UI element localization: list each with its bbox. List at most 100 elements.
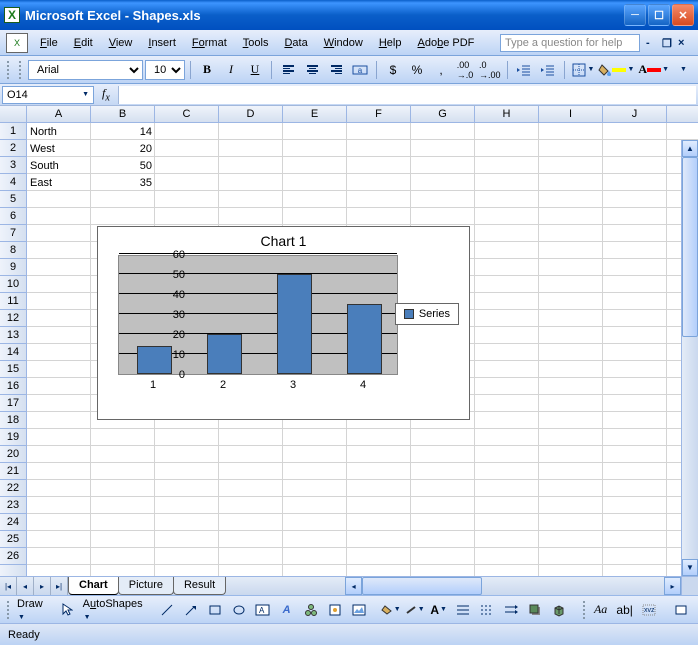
row-header[interactable]: 14: [0, 344, 26, 361]
toolbar-grip[interactable]: [7, 61, 11, 79]
fx-icon[interactable]: fx: [102, 86, 110, 103]
font-color-button[interactable]: A▼: [638, 60, 669, 80]
fill-color-button[interactable]: ▼: [598, 60, 634, 80]
row-header[interactable]: 7: [0, 225, 26, 242]
row-header[interactable]: 18: [0, 412, 26, 429]
cell[interactable]: 14: [91, 123, 155, 140]
horizontal-scroll-thumb[interactable]: [362, 577, 482, 595]
diagram-button[interactable]: [301, 600, 321, 620]
doc-close-button[interactable]: ×: [678, 37, 690, 49]
menu-insert[interactable]: Insert: [140, 33, 184, 53]
menu-adobe-pdf[interactable]: Adobe PDF: [409, 33, 482, 53]
doc-restore-button[interactable]: ❐: [662, 37, 674, 49]
horizontal-scrollbar[interactable]: ◂ ▸: [345, 577, 681, 595]
row-header[interactable]: 11: [0, 293, 26, 310]
textbox-button[interactable]: A: [253, 600, 273, 620]
row-header[interactable]: 23: [0, 497, 26, 514]
column-header[interactable]: C: [155, 106, 219, 122]
column-header[interactable]: A: [27, 106, 91, 122]
select-objects-button[interactable]: [57, 600, 77, 620]
toolbar-grip[interactable]: [7, 601, 9, 619]
row-header[interactable]: 4: [0, 174, 26, 191]
line-button[interactable]: [157, 600, 177, 620]
sheet-tab[interactable]: Result: [173, 577, 226, 595]
menu-view[interactable]: View: [101, 33, 141, 53]
scroll-right-button[interactable]: ▸: [664, 577, 681, 595]
row-header[interactable]: 1: [0, 123, 26, 140]
menu-data[interactable]: Data: [276, 33, 315, 53]
merge-center-button[interactable]: a: [350, 60, 370, 80]
row-header[interactable]: 5: [0, 191, 26, 208]
cell[interactable]: 35: [91, 174, 155, 191]
sheet-tab[interactable]: Chart: [68, 577, 119, 595]
menu-format[interactable]: Format: [184, 33, 235, 53]
column-header[interactable]: D: [219, 106, 283, 122]
tab-last-button[interactable]: ▸|: [51, 577, 68, 595]
row-header[interactable]: 21: [0, 463, 26, 480]
line-style-button[interactable]: [453, 600, 473, 620]
3d-button[interactable]: [549, 600, 569, 620]
minimize-button[interactable]: ─: [624, 4, 646, 26]
row-header[interactable]: 10: [0, 276, 26, 293]
sheet-tab[interactable]: Picture: [118, 577, 174, 595]
document-icon[interactable]: X: [6, 33, 28, 53]
oval-button[interactable]: [229, 600, 249, 620]
column-header[interactable]: I: [539, 106, 603, 122]
edit-text-button[interactable]: Aa: [591, 600, 611, 620]
borders-button[interactable]: ▼: [571, 60, 595, 80]
column-header[interactable]: B: [91, 106, 155, 122]
row-header[interactable]: 2: [0, 140, 26, 157]
fill-color-button[interactable]: ▼: [381, 600, 401, 620]
help-search-input[interactable]: [500, 34, 640, 52]
clipart-button[interactable]: [325, 600, 345, 620]
close-button[interactable]: ✕: [672, 4, 694, 26]
line-color-button[interactable]: ▼: [405, 600, 425, 620]
vertical-scroll-thumb[interactable]: [682, 157, 698, 337]
formula-bar[interactable]: [118, 86, 696, 104]
tab-first-button[interactable]: |◂: [0, 577, 17, 595]
doc-minimize-button[interactable]: -: [646, 37, 658, 49]
decrease-decimal-button[interactable]: .0→.00: [479, 60, 501, 80]
scroll-down-button[interactable]: ▼: [682, 559, 698, 576]
column-header[interactable]: G: [411, 106, 475, 122]
underline-button[interactable]: U: [245, 60, 265, 80]
font-color-button[interactable]: A▼: [429, 600, 449, 620]
cell[interactable]: West: [27, 140, 91, 157]
row-header[interactable]: 8: [0, 242, 26, 259]
row-header[interactable]: 20: [0, 446, 26, 463]
arrow-style-button[interactable]: [501, 600, 521, 620]
row-header[interactable]: 17: [0, 395, 26, 412]
row-header[interactable]: 26: [0, 548, 26, 565]
font-name-select[interactable]: Arial: [28, 60, 143, 80]
maximize-button[interactable]: ☐: [648, 4, 670, 26]
rectangle-button[interactable]: [205, 600, 225, 620]
column-header[interactable]: J: [603, 106, 667, 122]
row-header[interactable]: 12: [0, 310, 26, 327]
align-right-button[interactable]: [326, 60, 346, 80]
column-header[interactable]: E: [283, 106, 347, 122]
increase-indent-button[interactable]: [538, 60, 558, 80]
align-left-button[interactable]: [278, 60, 298, 80]
row-header[interactable]: 19: [0, 429, 26, 446]
menu-tools[interactable]: Tools: [235, 33, 277, 53]
menu-file[interactable]: File: [32, 33, 66, 53]
column-header[interactable]: F: [347, 106, 411, 122]
row-header[interactable]: 16: [0, 378, 26, 395]
shadow-button[interactable]: [525, 600, 545, 620]
cell[interactable]: 50: [91, 157, 155, 174]
chart-object[interactable]: Chart 1 0102030405060 1234 Series: [97, 226, 470, 420]
toolbar-grip[interactable]: [19, 61, 23, 79]
menu-help[interactable]: Help: [371, 33, 410, 53]
row-header[interactable]: 3: [0, 157, 26, 174]
label-button[interactable]: [671, 600, 691, 620]
tab-next-button[interactable]: ▸: [34, 577, 51, 595]
decrease-indent-button[interactable]: [514, 60, 534, 80]
tab-prev-button[interactable]: ◂: [17, 577, 34, 595]
dash-style-button[interactable]: [477, 600, 497, 620]
italic-button[interactable]: I: [221, 60, 241, 80]
scroll-left-button[interactable]: ◂: [345, 577, 362, 595]
group-box-button[interactable]: [695, 600, 698, 620]
percent-button[interactable]: %: [407, 60, 427, 80]
currency-button[interactable]: $: [383, 60, 403, 80]
cell-grid[interactable]: NorthWestSouthEast14205035 Chart 1 01020…: [27, 123, 698, 595]
